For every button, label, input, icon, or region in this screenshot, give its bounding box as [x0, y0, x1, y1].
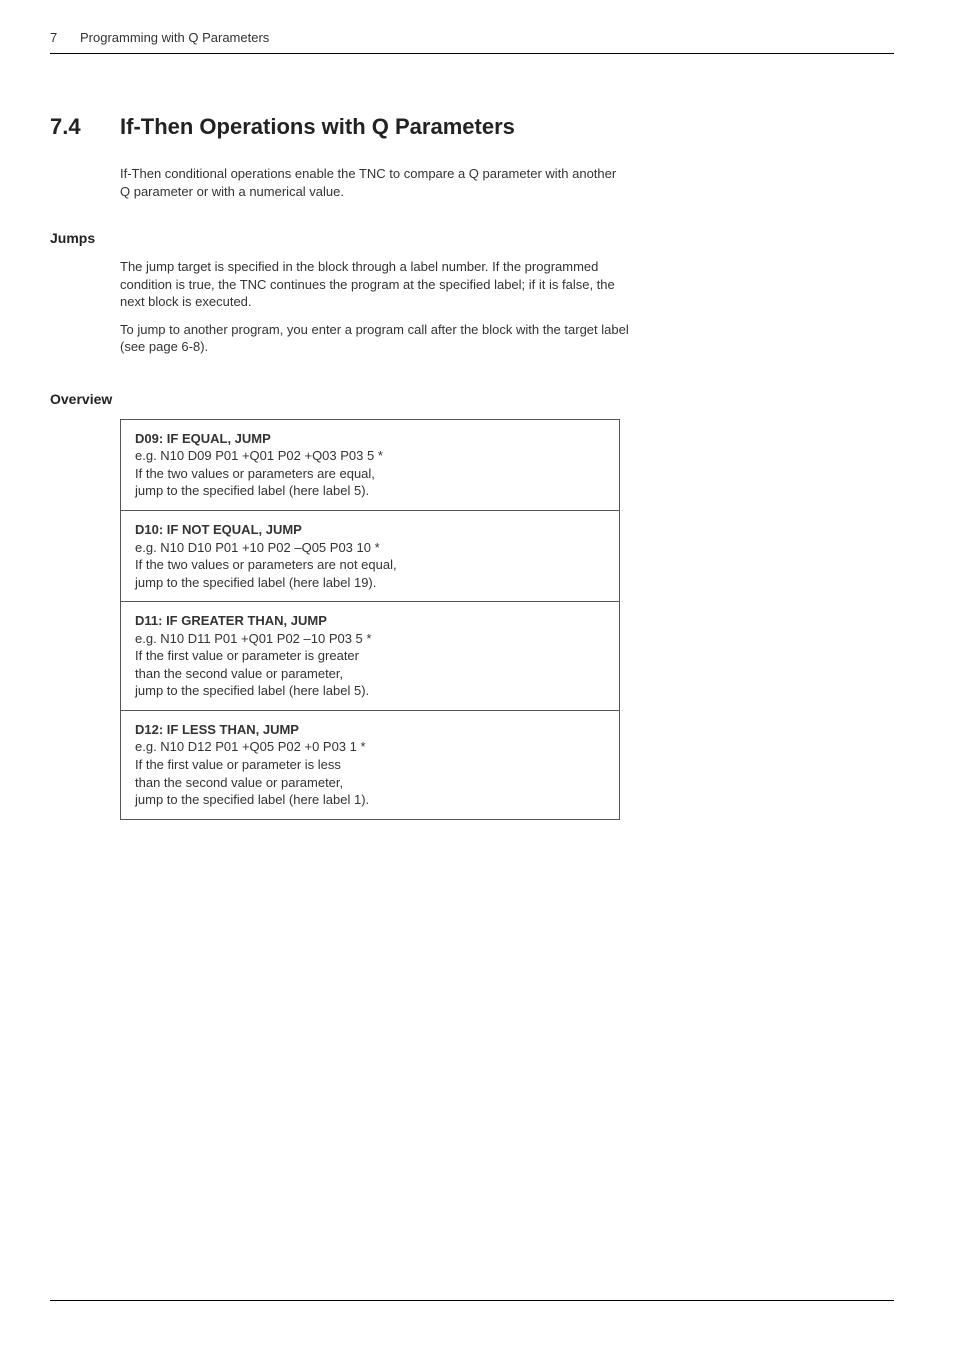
chapter-title: Programming with Q Parameters [80, 30, 269, 45]
overview-table: D09: IF EQUAL, JUMP e.g. N10 D09 P01 +Q0… [120, 419, 620, 820]
cell-line: jump to the specified label (here label … [135, 792, 369, 807]
cell-example: e.g. N10 D10 P01 +10 P02 –Q05 P03 10 * [135, 540, 380, 555]
overview-cell-d11: D11: IF GREATER THAN, JUMP e.g. N10 D11 … [121, 602, 620, 711]
section-number: 7.4 [50, 114, 120, 140]
overview-cell-d12: D12: IF LESS THAN, JUMP e.g. N10 D12 P01… [121, 710, 620, 819]
overview-section: Overview D09: IF EQUAL, JUMP e.g. N10 D0… [50, 391, 894, 820]
cell-line: jump to the specified label (here label … [135, 575, 376, 590]
cell-title: D12: IF LESS THAN, JUMP [135, 721, 605, 739]
cell-line: If the two values or parameters are equa… [135, 466, 375, 481]
jumps-heading: Jumps [50, 230, 894, 246]
footer-divider [50, 1300, 894, 1301]
cell-title: D11: IF GREATER THAN, JUMP [135, 612, 605, 630]
table-row: D11: IF GREATER THAN, JUMP e.g. N10 D11 … [121, 602, 620, 711]
cell-line: than the second value or parameter, [135, 775, 343, 790]
cell-line: than the second value or parameter, [135, 666, 343, 681]
table-row: D12: IF LESS THAN, JUMP e.g. N10 D12 P01… [121, 710, 620, 819]
section-intro: If-Then conditional operations enable th… [120, 165, 620, 200]
overview-heading: Overview [50, 391, 894, 407]
cell-line: jump to the specified label (here label … [135, 683, 369, 698]
table-row: D10: IF NOT EQUAL, JUMP e.g. N10 D10 P01… [121, 511, 620, 602]
cell-title: D09: IF EQUAL, JUMP [135, 430, 605, 448]
section-heading: 7.4 If-Then Operations with Q Parameters [50, 114, 894, 140]
cell-line: If the first value or parameter is great… [135, 648, 359, 663]
cell-line: jump to the specified label (here label … [135, 483, 369, 498]
jumps-section: Jumps The jump target is specified in th… [50, 230, 894, 356]
page-header: 7 Programming with Q Parameters [50, 30, 894, 54]
overview-cell-d10: D10: IF NOT EQUAL, JUMP e.g. N10 D10 P01… [121, 511, 620, 602]
cell-example: e.g. N10 D11 P01 +Q01 P02 –10 P03 5 * [135, 631, 371, 646]
chapter-number: 7 [50, 30, 80, 45]
section-title: If-Then Operations with Q Parameters [120, 114, 515, 140]
cell-line: If the two values or parameters are not … [135, 557, 397, 572]
cell-example: e.g. N10 D12 P01 +Q05 P02 +0 P03 1 * [135, 739, 366, 754]
overview-cell-d09: D09: IF EQUAL, JUMP e.g. N10 D09 P01 +Q0… [121, 419, 620, 510]
cell-example: e.g. N10 D09 P01 +Q01 P02 +Q03 P03 5 * [135, 448, 383, 463]
jumps-para-2: To jump to another program, you enter a … [120, 321, 630, 356]
table-row: D09: IF EQUAL, JUMP e.g. N10 D09 P01 +Q0… [121, 419, 620, 510]
cell-title: D10: IF NOT EQUAL, JUMP [135, 521, 605, 539]
jumps-para-1: The jump target is specified in the bloc… [120, 258, 630, 311]
cell-line: If the first value or parameter is less [135, 757, 341, 772]
